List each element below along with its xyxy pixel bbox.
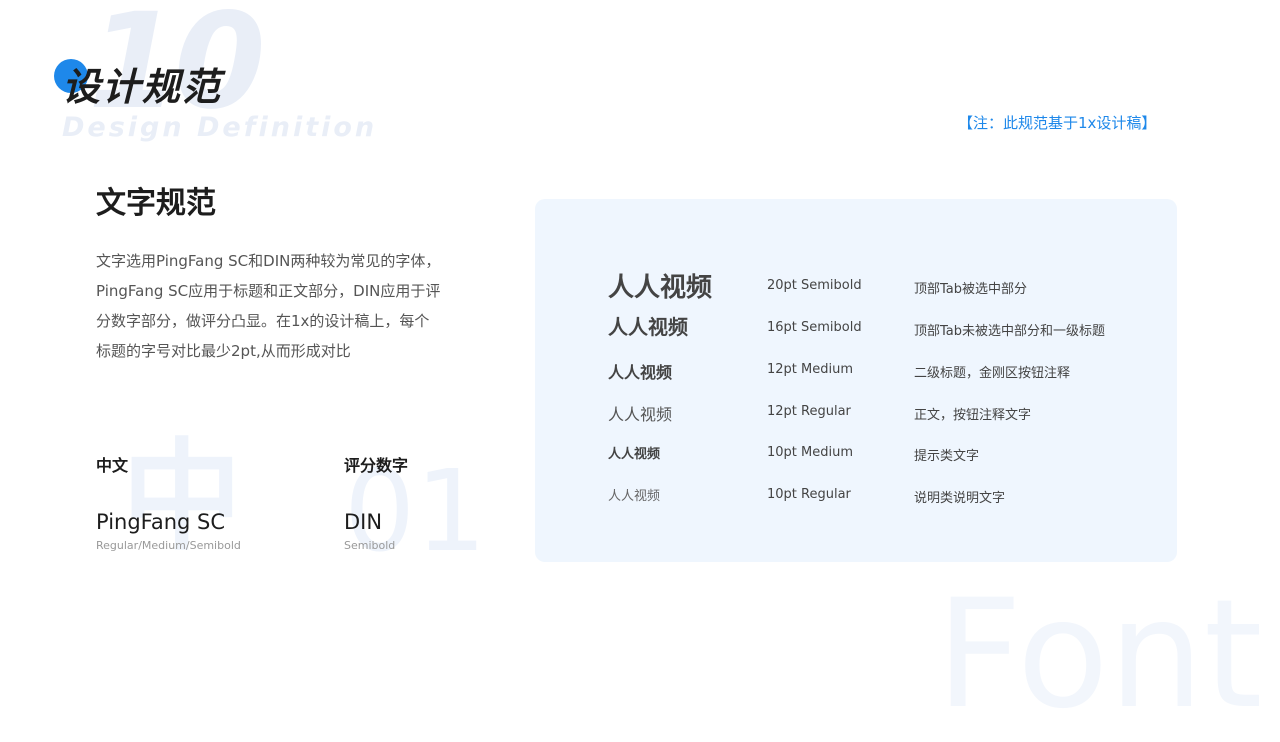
watermark-design-definition: Design Definition xyxy=(62,112,378,143)
font-name-din: DIN xyxy=(344,510,383,534)
font-name-pingfang: PingFang SC xyxy=(96,510,226,534)
design-note: 【注：此规范基于1x设计稿】 xyxy=(958,114,1157,132)
spec-usage: 顶部Tab被选中部分 xyxy=(914,282,1028,297)
spec-sample: 人人视频 xyxy=(608,489,661,504)
spec-size: 16pt Semibold xyxy=(767,320,862,335)
desc-line: PingFang SC应用于标题和正文部分，DIN应用于评 xyxy=(96,282,441,300)
spec-size: 10pt Medium xyxy=(767,445,854,460)
desc-line: 文字选用PingFang SC和DIN两种较为常见的字体， xyxy=(96,252,441,270)
spec-row: 人人视频 12pt Regular 正文，按钮注释文字 xyxy=(535,401,1177,437)
spec-sample: 人人视频 xyxy=(608,363,673,382)
desc-line: 标题的字号对比最少2pt,从而形成对比 xyxy=(96,342,351,360)
watermark-font: Font xyxy=(936,568,1263,742)
font-weights-pingfang: Regular/Medium/Semibold xyxy=(96,539,241,552)
spec-size: 10pt Regular xyxy=(767,487,851,502)
page-title: 设计规范 xyxy=(62,65,223,109)
section-title: 文字规范 xyxy=(96,186,216,221)
spec-size: 12pt Regular xyxy=(767,404,851,419)
spec-size: 12pt Medium xyxy=(767,362,854,377)
spec-usage: 顶部Tab未被选中部分和一级标题 xyxy=(914,324,1106,339)
section-description: 文字选用PingFang SC和DIN两种较为常见的字体， PingFang S… xyxy=(96,246,471,366)
typography-spec-panel: 人人视频 20pt Semibold 顶部Tab被选中部分 人人视频 16pt … xyxy=(535,199,1177,562)
spec-row: 人人视频 10pt Regular 说明类说明文字 xyxy=(535,485,1177,521)
spec-row: 人人视频 10pt Medium 提示类文字 xyxy=(535,443,1177,479)
font-label-score-number: 评分数字 xyxy=(344,456,409,475)
spec-sample: 人人视频 xyxy=(608,447,661,462)
spec-usage: 提示类文字 xyxy=(914,449,980,464)
desc-line: 分数字部分，做评分凸显。在1x的设计稿上，每个 xyxy=(96,312,430,330)
spec-sample: 人人视频 xyxy=(608,273,713,303)
spec-row: 人人视频 20pt Semibold 顶部Tab被选中部分 xyxy=(535,267,1177,303)
spec-usage: 正文，按钮注释文字 xyxy=(914,408,1032,423)
font-label-chinese: 中文 xyxy=(96,456,129,475)
spec-row: 人人视频 12pt Medium 二级标题，金刚区按钮注释 xyxy=(535,359,1177,395)
spec-row: 人人视频 16pt Semibold 顶部Tab未被选中部分和一级标题 xyxy=(535,311,1177,347)
font-weights-din: Semibold xyxy=(344,539,396,552)
spec-sample: 人人视频 xyxy=(608,405,673,424)
spec-usage: 二级标题，金刚区按钮注释 xyxy=(914,366,1071,381)
spec-usage: 说明类说明文字 xyxy=(914,491,1006,506)
spec-sample: 人人视频 xyxy=(608,315,688,339)
spec-size: 20pt Semibold xyxy=(767,278,862,293)
